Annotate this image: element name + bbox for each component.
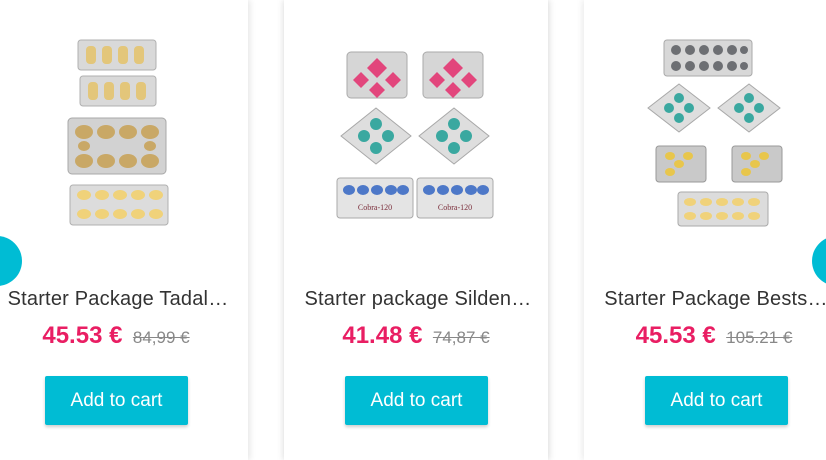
old-price: 84,99 € [132,328,190,347]
add-to-cart-button[interactable]: Add to cart [645,376,788,425]
old-price: 74,87 € [432,328,490,347]
product-card: Cobra-120 Cobra-120 Starter package Sild… [284,0,548,460]
product-card: Starter Package Bests… 45.53 € 105.21 € … [584,0,826,460]
product-image-link[interactable] [584,30,826,235]
product-name[interactable]: Starter Package Bests… [598,288,826,311]
current-price: 45.53 € [42,322,123,349]
add-to-cart-button[interactable]: Add to cart [45,376,188,425]
add-to-cart-button[interactable]: Add to cart [345,376,488,425]
product-name[interactable]: Starter package Silden… [298,288,538,311]
product-card: Starter Package Tadal… 45.53 € 84,99 € A… [0,0,248,460]
bestseller-blister-packs-image [647,39,783,227]
price-block: 45.53 € 105.21 € [584,322,826,350]
price-block: 45.53 € 84,99 € [0,322,248,350]
blister-label: Cobra-120 [358,203,392,212]
blister-label: Cobra-120 [438,203,472,212]
old-price: 105.21 € [726,328,793,347]
sildenafil-blister-packs-image: Cobra-120 Cobra-120 [336,51,494,219]
current-price: 41.48 € [342,322,423,349]
price-block: 41.48 € 74,87 € [284,322,548,350]
product-image-link[interactable]: Cobra-120 Cobra-120 [284,30,548,235]
tadalafil-blister-packs-image [67,39,169,226]
product-name[interactable]: Starter Package Tadal… [0,288,238,311]
current-price: 45.53 € [635,322,716,349]
product-image-link[interactable] [0,30,248,235]
